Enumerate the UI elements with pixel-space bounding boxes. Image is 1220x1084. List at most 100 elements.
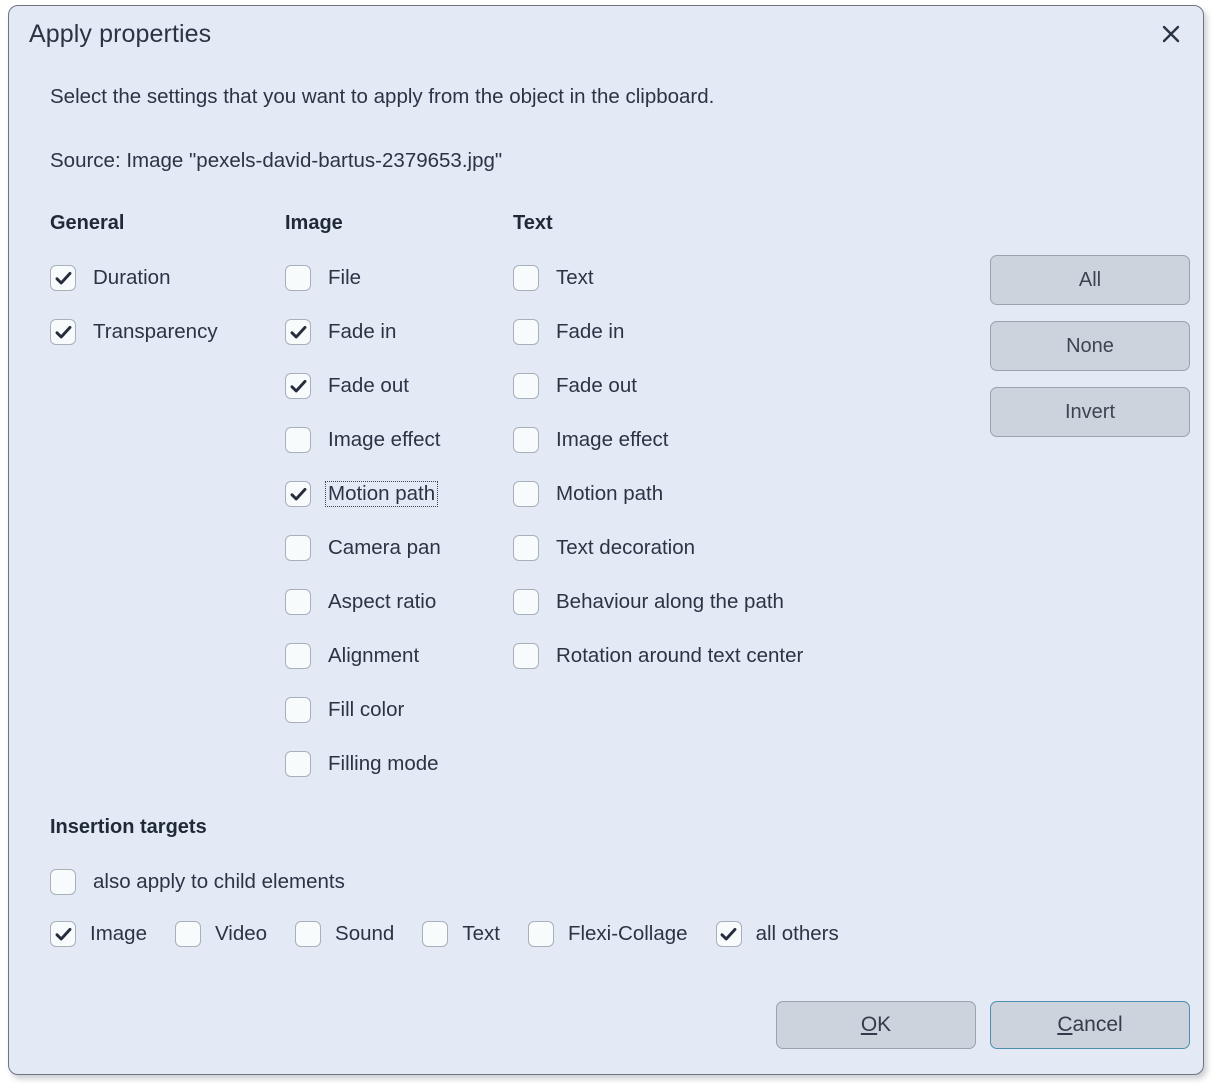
checkbox-label: Fill color [325,697,407,723]
checkbox-row-image-effect[interactable]: Image effect [285,423,443,457]
checkbox-unchecked-icon[interactable] [285,589,311,615]
checkbox-label: Fade out [553,373,640,399]
checkbox-unchecked-icon[interactable] [285,643,311,669]
checkbox-label: Duration [90,265,174,291]
ok-button[interactable]: OK [776,1001,976,1049]
checkbox-row-sound[interactable]: Sound [295,917,397,951]
checkbox-label: Motion path [553,481,666,507]
ok-rest: K [877,1013,891,1036]
select-none-button[interactable]: None [990,321,1190,371]
dialog-title-bar: Apply properties [9,6,1203,62]
checkbox-label: Motion path [325,481,438,507]
checkbox-row-video[interactable]: Video [175,917,270,951]
checkbox-unchecked-icon[interactable] [513,265,539,291]
select-invert-button[interactable]: Invert [990,387,1190,437]
checkbox-unchecked-icon[interactable] [513,427,539,453]
cancel-button[interactable]: Cancel [990,1001,1190,1049]
column-heading-general: General [50,212,124,235]
checkbox-label: Camera pan [325,535,444,561]
checkbox-row-fade-in[interactable]: Fade in [513,315,627,349]
checkbox-label: File [325,265,364,291]
checkbox-row-all-others[interactable]: all others [716,917,842,951]
checkbox-row-fill-color[interactable]: Fill color [285,693,407,727]
checkbox-unchecked-icon[interactable] [285,697,311,723]
checkbox-label: Alignment [325,643,422,669]
checkbox-row-image[interactable]: Image [50,917,150,951]
checkbox-label: all others [753,921,842,947]
checkbox-unchecked-icon[interactable] [513,535,539,561]
checkbox-checked-icon[interactable] [50,265,76,291]
checkbox-label: Image effect [553,427,671,453]
checkbox-unchecked-icon[interactable] [422,921,448,947]
checkbox-unchecked-icon[interactable] [513,481,539,507]
checkbox-label: also apply to child elements [90,869,348,895]
checkbox-row-flexi-collage[interactable]: Flexi-Collage [528,917,691,951]
checkbox-label: Sound [332,921,397,947]
cancel-mnemonic: C [1057,1013,1072,1036]
checkbox-row-rotation-around-text-center[interactable]: Rotation around text center [513,639,806,673]
checkbox-checked-icon[interactable] [716,921,742,947]
checkbox-unchecked-icon[interactable] [513,373,539,399]
checkbox-row-transparency[interactable]: Transparency [50,315,221,349]
checkbox-checked-icon[interactable] [285,319,311,345]
checkbox-unchecked-icon[interactable] [175,921,201,947]
checkbox-unchecked-icon[interactable] [513,643,539,669]
close-button[interactable] [1147,12,1195,56]
checkbox-unchecked-icon[interactable] [285,427,311,453]
checkbox-row-image-effect[interactable]: Image effect [513,423,671,457]
checkbox-row-file[interactable]: File [285,261,364,295]
checkbox-unchecked-icon[interactable] [285,535,311,561]
checkbox-checked-icon[interactable] [50,921,76,947]
checkbox-label: Flexi-Collage [565,921,691,947]
checkbox-label: Image [87,921,150,947]
checkbox-label: Video [212,921,270,947]
column-heading-image: Image [285,212,343,235]
insertion-target-types: Image Video Sound Text Flexi-Collage all othe… [50,917,867,951]
checkbox-label: Transparency [90,319,221,345]
checkbox-label: Fade out [325,373,412,399]
checkbox-row-camera-pan[interactable]: Camera pan [285,531,444,565]
checkbox-label: Rotation around text center [553,643,806,669]
checkbox-row-fade-in[interactable]: Fade in [285,315,399,349]
checkbox-checked-icon[interactable] [50,319,76,345]
checkbox-unchecked-icon[interactable] [513,319,539,345]
checkbox-row-alignment[interactable]: Alignment [285,639,422,673]
checkbox-row-text[interactable]: Text [513,261,597,295]
checkbox-row-motion-path[interactable]: Motion path [285,477,438,511]
page-title: Apply properties [29,20,211,49]
checkbox-row-aspect-ratio[interactable]: Aspect ratio [285,585,439,619]
checkbox-row-filling-mode[interactable]: Filling mode [285,747,442,781]
ok-mnemonic: O [861,1013,877,1036]
checkbox-row-behaviour-along-the-path[interactable]: Behaviour along the path [513,585,787,619]
close-icon [1161,24,1181,44]
checkbox-unchecked-icon[interactable] [285,265,311,291]
cancel-rest: ancel [1072,1013,1122,1036]
checkbox-row-fade-out[interactable]: Fade out [285,369,412,403]
checkbox-unchecked-icon[interactable] [285,751,311,777]
checkbox-label: Aspect ratio [325,589,439,615]
apply-properties-dialog: Apply properties Select the settings tha… [8,5,1204,1075]
checkbox-label: Image effect [325,427,443,453]
checkbox-label: Text [553,265,597,291]
checkbox-unchecked-icon[interactable] [295,921,321,947]
checkbox-row-text[interactable]: Text [422,917,503,951]
checkbox-label: Fade in [325,319,399,345]
checkbox-checked-icon[interactable] [285,481,311,507]
checkbox-label: Text decoration [553,535,698,561]
checkbox-row-duration[interactable]: Duration [50,261,174,295]
checkbox-row-also-apply-to-child-elements[interactable]: also apply to child elements [50,865,348,899]
checkbox-row-motion-path[interactable]: Motion path [513,477,666,511]
checkbox-label: Text [459,921,503,947]
checkbox-label: Filling mode [325,751,442,777]
checkbox-checked-icon[interactable] [285,373,311,399]
source-line: Source: Image "pexels-david-bartus-23796… [50,149,502,173]
checkbox-unchecked-icon[interactable] [528,921,554,947]
checkbox-row-text-decoration[interactable]: Text decoration [513,531,698,565]
checkbox-unchecked-icon[interactable] [50,869,76,895]
checkbox-unchecked-icon[interactable] [513,589,539,615]
checkbox-label: Fade in [553,319,627,345]
select-all-button[interactable]: All [990,255,1190,305]
checkbox-label: Behaviour along the path [553,589,787,615]
checkbox-row-fade-out[interactable]: Fade out [513,369,640,403]
insertion-targets-heading: Insertion targets [50,816,207,839]
